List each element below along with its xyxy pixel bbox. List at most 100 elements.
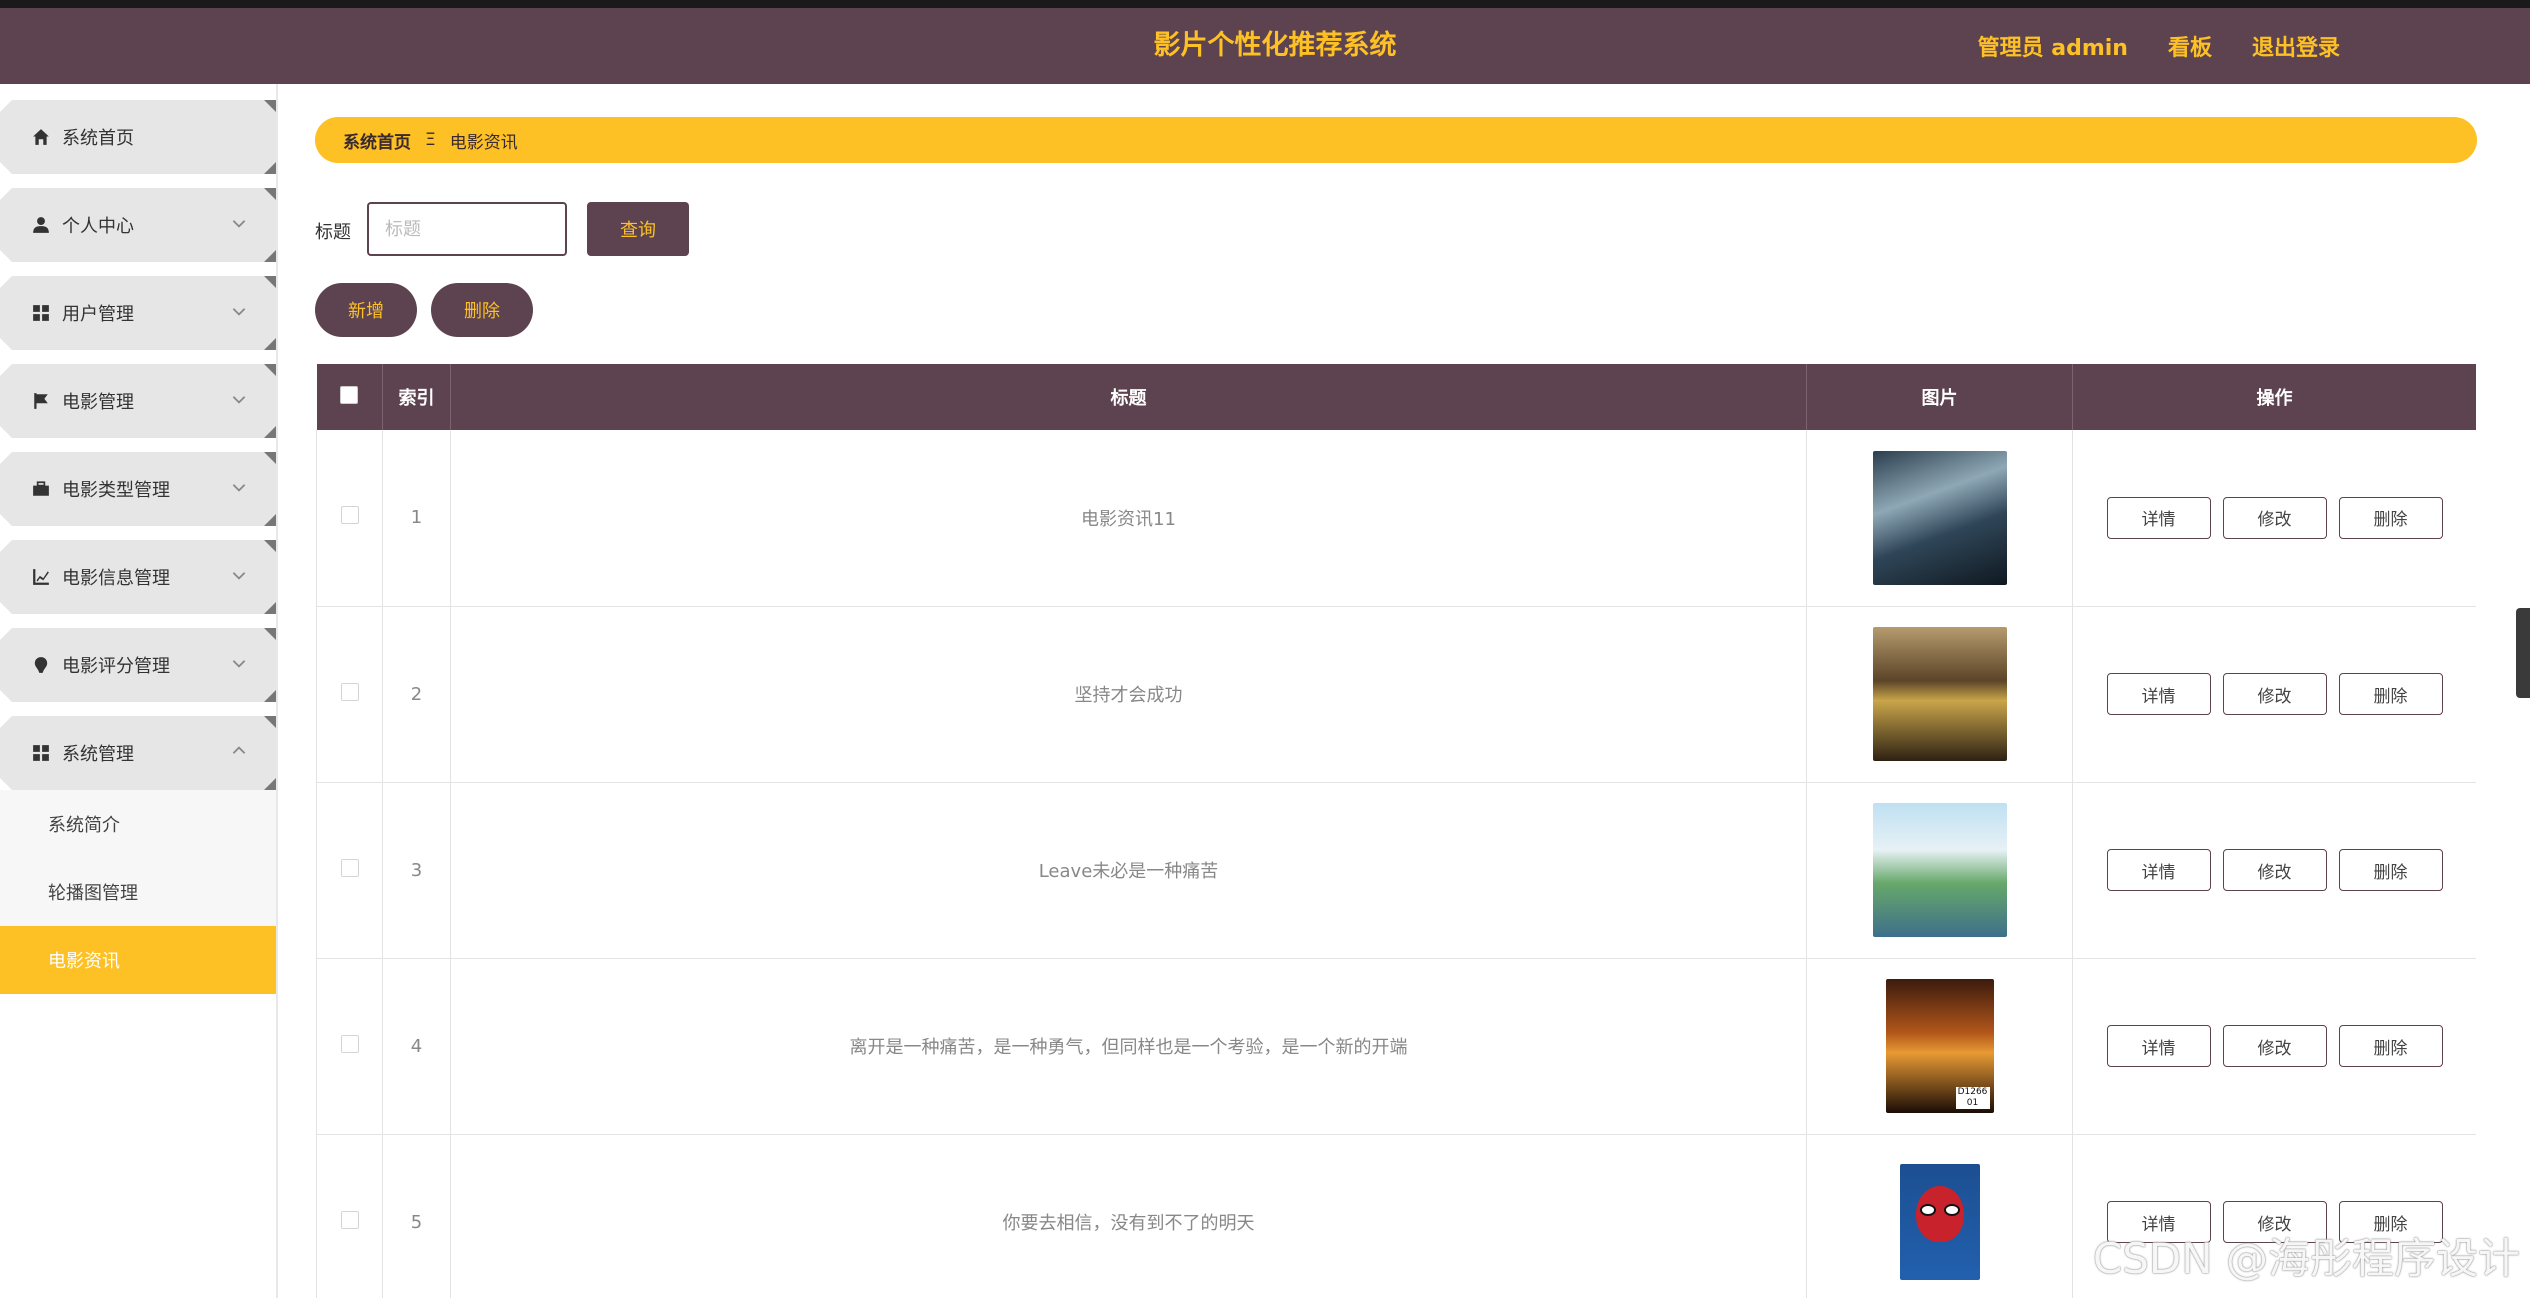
select-all-checkbox[interactable] [340,385,359,404]
movie-poster-image: D1266 01 [1885,979,1994,1113]
logout-link[interactable]: 退出登录 [2252,30,2340,62]
user-icon [32,216,50,234]
breadcrumb-separator-icon: Ξ [425,130,436,150]
sidebar-item-movie-management[interactable]: 电影管理 [0,364,276,438]
row-checkbox[interactable] [340,858,359,877]
sidebar-item-movie-type-management[interactable]: 电影类型管理 [0,452,276,526]
row-title: 离开是一种痛苦，是一种勇气，但同样也是一个考验，是一个新的开端 [450,958,1807,1135]
detail-button[interactable]: 详情 [2106,849,2211,891]
row-checkbox[interactable] [340,1210,359,1229]
chevron-down-icon [230,478,248,496]
sidebar-subitem-carousel-management[interactable]: 轮播图管理 [0,858,276,926]
sidebar-item-user-management[interactable]: 用户管理 [0,276,276,350]
row-actions: 详情 修改 删除 [2072,782,2476,959]
board-link[interactable]: 看板 [2168,30,2212,62]
detail-button[interactable]: 详情 [2106,496,2211,539]
sidebar-item-label: 系统管理 [62,744,134,765]
row-index: 1 [382,430,451,607]
sidebar-item-label: 电影信息管理 [62,568,170,589]
sidebar-item-system-management[interactable]: 系统管理 [0,716,276,790]
edit-button[interactable]: 修改 [2222,1025,2327,1067]
chevron-down-icon [230,654,248,672]
edit-button[interactable]: 修改 [2222,849,2327,891]
row-title: 你要去相信，没有到不了的明天 [450,1134,1807,1298]
table-header-row: 索引 标题 图片 操作 [316,364,2476,430]
chevron-down-icon [230,214,248,232]
movie-poster-image [1872,450,2007,585]
edit-button[interactable]: 修改 [2222,673,2327,715]
table-row: 4 离开是一种痛苦，是一种勇气，但同样也是一个考验，是一个新的开端 D1266 … [316,958,2476,1135]
chevron-up-icon [230,742,248,760]
column-header-image: 图片 [1806,364,2073,430]
row-index: 4 [382,958,451,1135]
row-checkbox[interactable] [340,1034,359,1053]
row-actions: 详情 修改 删除 [2072,430,2476,607]
add-button[interactable]: 新增 [315,283,417,337]
grid-icon [32,744,50,762]
row-checkbox[interactable] [340,506,359,525]
select-all-cell [316,364,383,430]
home-icon [32,128,50,146]
pin-icon [32,656,50,674]
row-title: 电影资讯11 [450,430,1807,607]
sidebar-item-movie-info-management[interactable]: 电影信息管理 [0,540,276,614]
row-index: 2 [382,606,451,783]
column-header-title: 标题 [450,364,1807,430]
top-header: 影片个性化推荐系统 管理员 admin 看板 退出登录 [0,8,2530,84]
sidebar-item-label: 电影管理 [62,392,134,413]
sidebar-item-label: 用户管理 [62,304,134,325]
detail-button[interactable]: 详情 [2106,673,2211,715]
row-title: 坚持才会成功 [450,606,1807,783]
sidebar-item-personal-center[interactable]: 个人中心 [0,188,276,262]
sidebar-item-label: 电影类型管理 [62,480,170,501]
sidebar-item-label: 个人中心 [62,216,134,237]
window-top-bar [0,0,2530,8]
edit-button[interactable]: 修改 [2222,496,2327,539]
delete-button[interactable]: 删除 [2338,849,2443,891]
table-row: 3 Leave未必是一种痛苦 详情 修改 删除 [316,782,2476,959]
batch-delete-button[interactable]: 删除 [431,283,533,337]
table-row: 1 电影资讯11 详情 修改 删除 [316,430,2476,607]
breadcrumb-home[interactable]: 系统首页 [343,128,411,153]
scrollbar-handle[interactable] [2516,608,2530,698]
chevron-down-icon [230,566,248,584]
breadcrumb-current: 电影资讯 [449,132,518,153]
sidebar-item-label: 系统首页 [62,128,134,149]
column-header-index: 索引 [382,364,451,430]
chevron-down-icon [230,302,248,320]
poster-code-text: D1266 01 [1955,1087,1990,1109]
admin-label: 管理员 admin [1977,36,2128,61]
delete-button[interactable]: 删除 [2338,1025,2443,1067]
watermark-text: CSDN @海彤程序设计 [2092,1234,2520,1283]
row-title: Leave未必是一种痛苦 [450,782,1807,959]
sidebar-subitem-movie-news[interactable]: 电影资讯 [0,926,276,994]
delete-button[interactable]: 删除 [2338,673,2443,715]
table-row: 2 坚持才会成功 详情 修改 删除 [316,606,2476,783]
movie-poster-image [1872,627,2007,761]
sidebar-item-home[interactable]: 系统首页 [0,100,276,174]
flag-icon [32,392,50,410]
row-actions: 详情 修改 删除 [2072,606,2476,783]
chart-icon [32,568,50,586]
row-index: 3 [382,782,451,959]
chevron-down-icon [230,390,248,408]
grid-icon [32,304,50,322]
row-actions: 详情 修改 删除 [2072,958,2476,1135]
header-actions: 管理员 admin 看板 退出登录 [1978,8,2340,84]
delete-button[interactable]: 删除 [2338,496,2443,539]
search-label: 标题 [315,222,351,243]
column-header-actions: 操作 [2072,364,2476,430]
sidebar: 系统首页 个人中心 用户管理 电影管理 电影类型管理 电影信息管理 电影评分管理… [0,84,278,1298]
briefcase-icon [32,480,50,498]
news-table: 索引 标题 图片 操作 1 电影资讯11 详情 修改 删除 2 坚持才会成功 详… [316,364,2476,1298]
sidebar-subitem-system-intro[interactable]: 系统简介 [0,790,276,858]
detail-button[interactable]: 详情 [2106,1025,2211,1067]
query-button[interactable]: 查询 [587,202,689,256]
row-index: 5 [382,1134,451,1298]
movie-poster-image [1872,803,2007,937]
row-checkbox[interactable] [340,682,359,701]
sidebar-item-movie-rating-management[interactable]: 电影评分管理 [0,628,276,702]
title-search-input[interactable] [367,202,567,256]
movie-poster-image [1899,1164,1980,1280]
sidebar-item-label: 电影评分管理 [62,656,170,677]
